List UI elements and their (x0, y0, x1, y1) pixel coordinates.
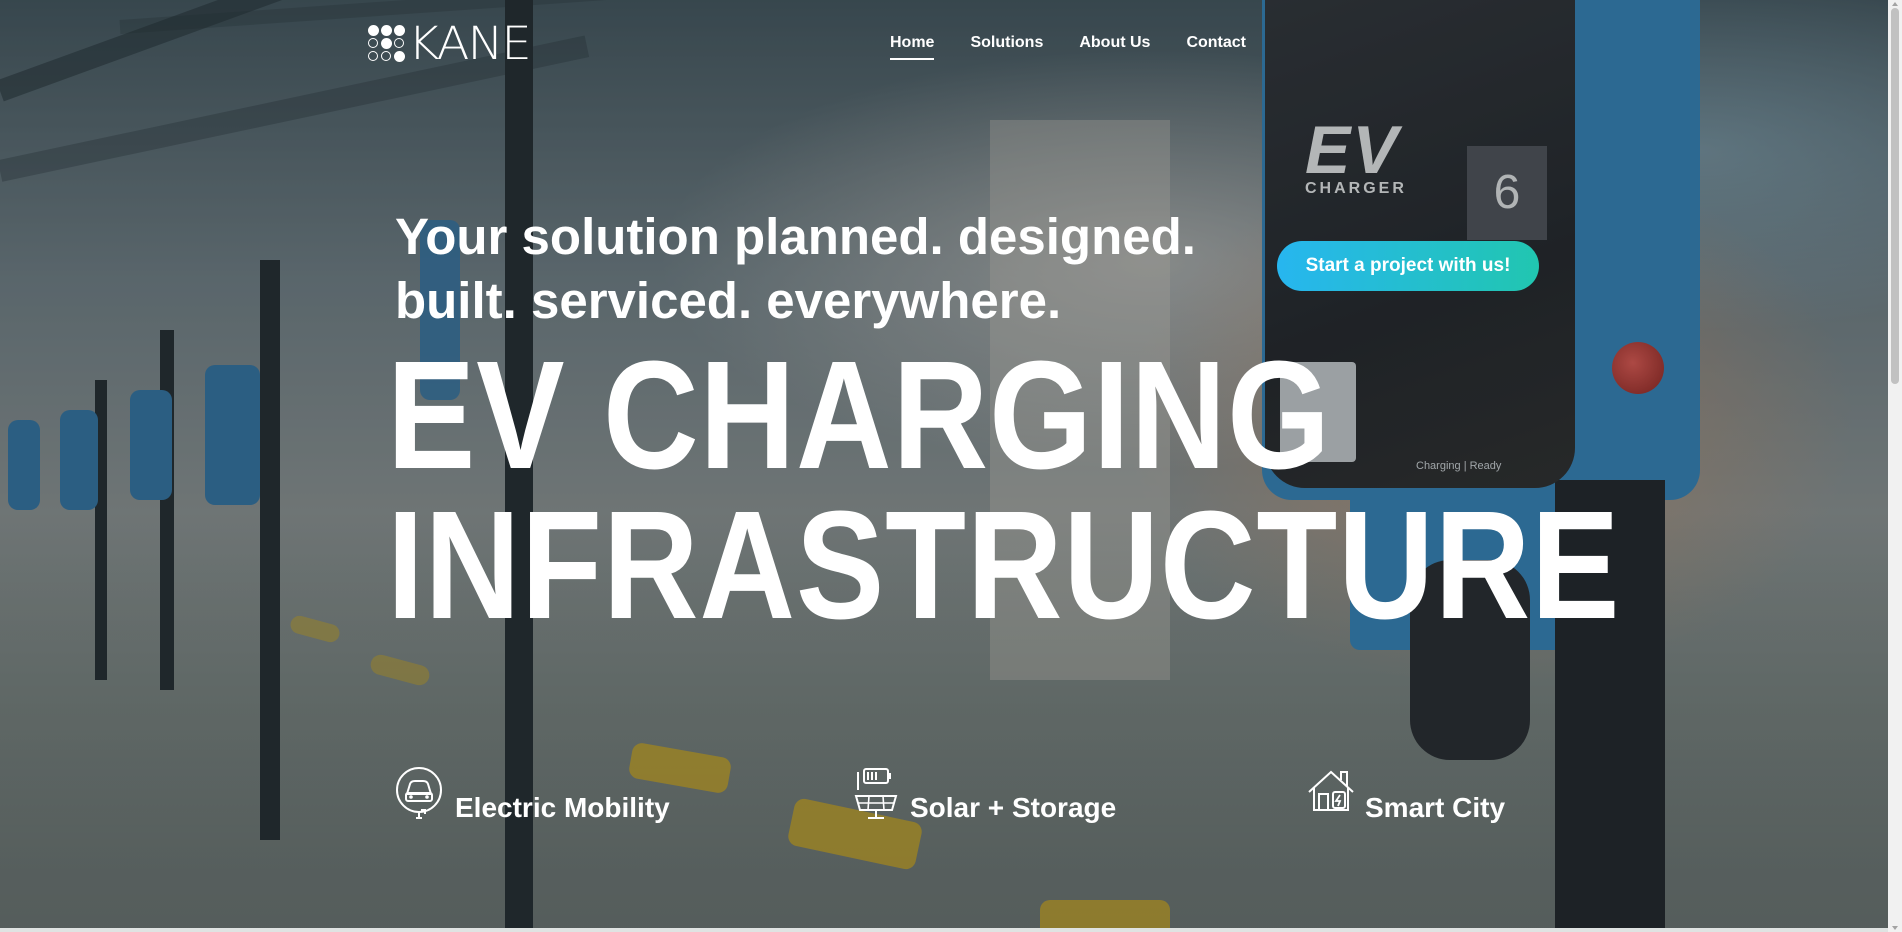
page-bottom-edge (0, 928, 1888, 932)
nav-item-contact[interactable]: Contact (1186, 34, 1246, 60)
logo-text: KANE (408, 17, 532, 71)
feature-electric-mobility[interactable]: Electric Mobility (395, 766, 670, 823)
feature-solar-storage[interactable]: Solar + Storage (850, 766, 1117, 823)
hero-tagline-line-1: Your solution planned. designed. (395, 208, 1196, 265)
hero-headline-line-1: EV CHARGING (387, 329, 1331, 501)
feature-label: Solar + Storage (910, 792, 1117, 823)
feature-label: Electric Mobility (455, 792, 670, 823)
smart-house-icon (1308, 770, 1354, 811)
hero-tagline: Your solution planned. designed. built. … (395, 205, 1196, 333)
scroll-down-arrow-icon[interactable] (1891, 924, 1899, 932)
feature-label: Smart City (1365, 792, 1506, 823)
start-project-button[interactable]: Start a project with us! (1277, 241, 1539, 291)
hero-headline: EV CHARGING INFRASTRUCTURE (387, 329, 1621, 651)
nav-item-home[interactable]: Home (890, 34, 935, 60)
solar-panel-battery-icon (854, 768, 898, 819)
nav-item-solutions[interactable]: Solutions (970, 34, 1043, 60)
electric-car-icon (396, 767, 442, 819)
scroll-up-arrow-icon[interactable] (1891, 0, 1899, 8)
feature-smart-city[interactable]: Smart City (1305, 766, 1506, 823)
scrollbar-thumb[interactable] (1891, 8, 1899, 384)
hero-tagline-line-2: built. serviced. everywhere. (395, 272, 1062, 329)
main-nav: Home Solutions About Us Contact (890, 34, 1246, 60)
site-logo[interactable]: KANE (368, 17, 532, 71)
logo-dots-icon (368, 25, 406, 63)
nav-item-about-us[interactable]: About Us (1079, 34, 1150, 60)
hero-headline-line-2: INFRASTRUCTURE (387, 479, 1621, 651)
